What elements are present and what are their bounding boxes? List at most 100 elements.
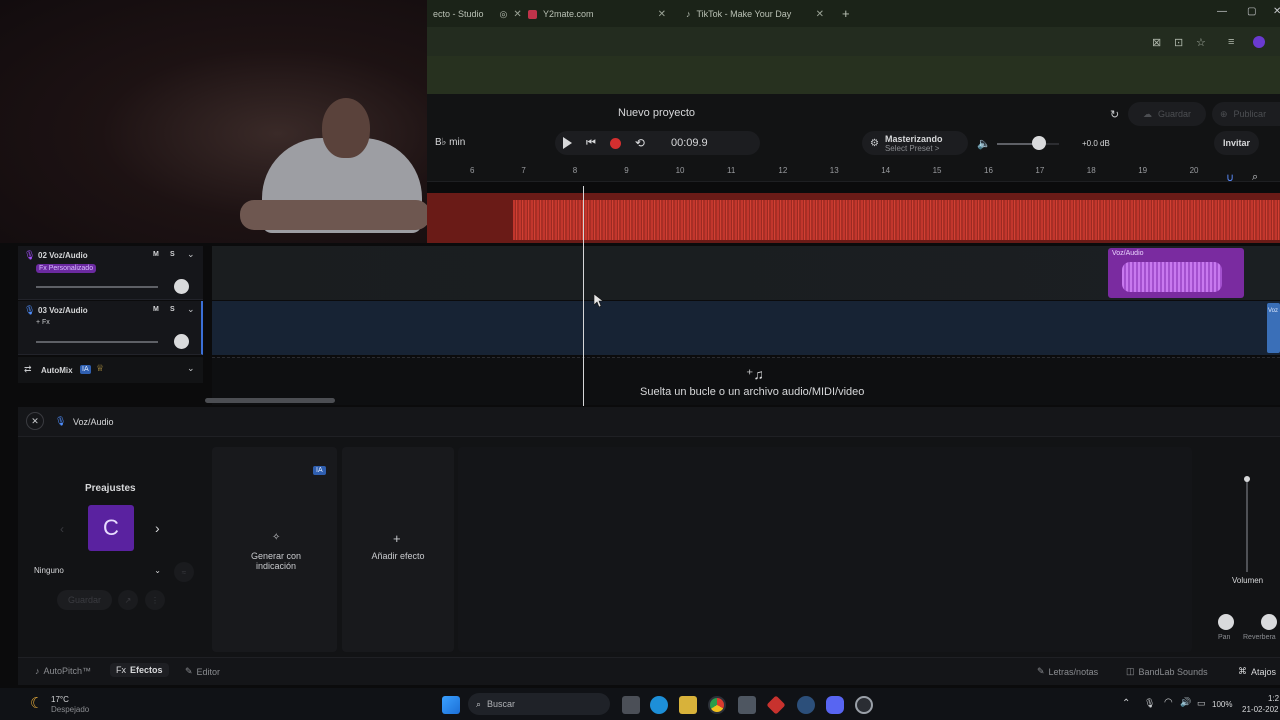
- horizontal-scrollbar[interactable]: [205, 398, 335, 403]
- close-icon[interactable]: ✕: [26, 412, 44, 430]
- invite-button[interactable]: Invitar: [1214, 131, 1259, 155]
- more-icon[interactable]: ⋮: [145, 590, 165, 610]
- profile-avatar[interactable]: [1253, 36, 1265, 48]
- track-02-header[interactable]: 🎙 02 Voz/Audio Fx Personalizado M S ⌄: [18, 246, 203, 300]
- skip-back-icon[interactable]: ⏮: [586, 137, 596, 150]
- metronome-key[interactable]: B♭ min: [435, 137, 465, 148]
- mute-button[interactable]: M: [153, 306, 159, 313]
- solo-button[interactable]: S: [170, 251, 175, 258]
- chrome-icon[interactable]: [708, 696, 726, 714]
- chevron-down-icon[interactable]: ⌄: [187, 304, 195, 315]
- obs-icon[interactable]: [855, 696, 873, 714]
- file-explorer-icon[interactable]: [679, 696, 697, 714]
- tab-autopitch[interactable]: ♪ AutoPitch™: [35, 666, 91, 676]
- star-icon[interactable]: ☆: [1196, 36, 1206, 49]
- weather-status: Despejado: [51, 705, 90, 714]
- add-fx-button[interactable]: + Fx: [36, 319, 50, 326]
- generate-card[interactable]: [212, 447, 337, 652]
- ruler-tick-label: 9: [624, 166, 629, 175]
- chevron-down-icon[interactable]: ⌄: [187, 249, 195, 260]
- minimize-icon[interactable]: —: [1217, 6, 1227, 17]
- mic-tray-icon[interactable]: 🎙: [1144, 698, 1155, 709]
- reading-list-icon[interactable]: ≡: [1228, 36, 1234, 48]
- track-03-clip-edge[interactable]: Voz: [1267, 303, 1280, 353]
- tab-effects[interactable]: Fx Efectos: [110, 663, 169, 677]
- edge-icon[interactable]: [650, 696, 668, 714]
- solo-button[interactable]: S: [170, 306, 175, 313]
- close-tab-icon[interactable]: ✕: [658, 9, 666, 20]
- tab-shortcuts[interactable]: ⌘ Atajos: [1238, 666, 1276, 677]
- ruler-tick-label: 11: [727, 166, 736, 175]
- track-03-volume-slider[interactable]: [36, 341, 158, 343]
- tab-bandlab-sounds[interactable]: ◫ BandLab Sounds: [1126, 666, 1208, 677]
- preset-save-button[interactable]: Guardar: [57, 590, 112, 610]
- chevron-right-icon[interactable]: ›: [155, 520, 160, 536]
- task-view-icon[interactable]: [622, 696, 640, 714]
- add-effect-card[interactable]: [342, 447, 454, 652]
- close-window-icon[interactable]: ✕: [1273, 6, 1280, 17]
- mastering-preset: Select Preset >: [884, 143, 940, 153]
- os-taskbar: [0, 688, 1280, 720]
- magnet-icon[interactable]: ∪: [1226, 171, 1234, 184]
- preset-thumbnail[interactable]: C: [88, 505, 134, 551]
- zoom-icon[interactable]: ⌕: [1252, 171, 1258, 184]
- tab-lyrics[interactable]: ✎ Letras/notas: [1037, 666, 1098, 677]
- media-icon[interactable]: ◎: [500, 9, 508, 20]
- record-icon[interactable]: [609, 137, 621, 149]
- playhead[interactable]: [583, 186, 584, 406]
- close-tab-icon[interactable]: ✕: [513, 9, 521, 20]
- clock-date[interactable]: 21-02-202: [1242, 705, 1278, 714]
- battery-icon[interactable]: ▭: [1197, 698, 1206, 709]
- taskbar-search[interactable]: ⌕ Buscar: [468, 693, 610, 715]
- pan-knob[interactable]: [1218, 614, 1234, 630]
- track-03-lane[interactable]: [212, 301, 1280, 355]
- tab-tiktok[interactable]: ♪ TikTok - Make Your Day ✕: [680, 4, 830, 24]
- volume-fader-handle[interactable]: [1244, 476, 1250, 482]
- track-02-pan-knob[interactable]: [174, 279, 189, 294]
- mastering-button[interactable]: ⚙ Masterizando Select Preset >: [862, 131, 968, 155]
- tab-y2mate[interactable]: Y2mate.com ✕: [522, 4, 672, 24]
- track-02-fx-badge[interactable]: Fx Personalizado: [36, 264, 97, 273]
- share-icon[interactable]: ↗: [118, 590, 138, 610]
- app-blue-icon[interactable]: [797, 696, 815, 714]
- discord-icon[interactable]: [826, 696, 844, 714]
- timeline-ruler[interactable]: [427, 160, 1280, 182]
- mute-button[interactable]: M: [153, 251, 159, 258]
- apps-icon[interactable]: ⊠: [1152, 36, 1161, 49]
- master-volume-handle[interactable]: [1032, 136, 1046, 150]
- volume-tray-icon[interactable]: 🔊: [1180, 697, 1191, 708]
- compare-icon[interactable]: ≈: [174, 562, 194, 582]
- speaker-icon[interactable]: 🔈: [977, 137, 991, 150]
- wifi-icon[interactable]: ◠: [1164, 697, 1173, 708]
- automix-row[interactable]: ⇄ AutoMix IA ♕ ⌄: [18, 357, 203, 383]
- track-02-volume-slider[interactable]: [36, 286, 158, 288]
- drop-zone-text: Suelta un bucle o un archivo audio/MIDI/…: [640, 386, 865, 398]
- track-03-pan-knob[interactable]: [174, 334, 189, 349]
- effects-panel-title: Voz/Audio: [73, 417, 114, 427]
- maximize-icon[interactable]: ▢: [1247, 6, 1256, 17]
- reverb-knob[interactable]: [1261, 614, 1277, 630]
- volume-fader-track[interactable]: [1246, 480, 1248, 572]
- automix-icon: ⇄: [24, 364, 32, 374]
- tab-studio[interactable]: ecto - Studio ◎ ✕: [427, 4, 528, 24]
- publish-button[interactable]: ⊕ Publicar: [1212, 102, 1280, 126]
- close-tab-icon[interactable]: ✕: [816, 9, 824, 20]
- cast-icon[interactable]: ⊡: [1174, 36, 1183, 49]
- chevron-left-icon[interactable]: ‹: [60, 522, 64, 536]
- chevron-down-icon[interactable]: ⌄: [187, 363, 195, 374]
- track-03-header[interactable]: 🎙 03 Voz/Audio + Fx M S ⌄: [18, 301, 203, 355]
- chevron-up-icon[interactable]: ⌃: [1122, 698, 1130, 709]
- project-title[interactable]: Nuevo proyecto: [618, 107, 695, 119]
- webcam-overlay: [0, 0, 427, 243]
- play-icon[interactable]: [563, 137, 572, 149]
- chevron-down-icon: ⌄: [154, 566, 161, 575]
- new-tab-button[interactable]: +: [842, 6, 850, 21]
- clock-time[interactable]: 1:2: [1268, 694, 1279, 703]
- tab-editor[interactable]: ✎ Editor: [185, 666, 220, 677]
- loop-icon[interactable]: ⟲: [635, 136, 645, 150]
- store-icon[interactable]: [738, 696, 756, 714]
- preset-select[interactable]: Ninguno ⌄: [30, 563, 165, 581]
- pan-label: Pan: [1218, 634, 1231, 641]
- save-button[interactable]: ☁ Guardar: [1128, 102, 1206, 126]
- start-button[interactable]: [442, 696, 460, 714]
